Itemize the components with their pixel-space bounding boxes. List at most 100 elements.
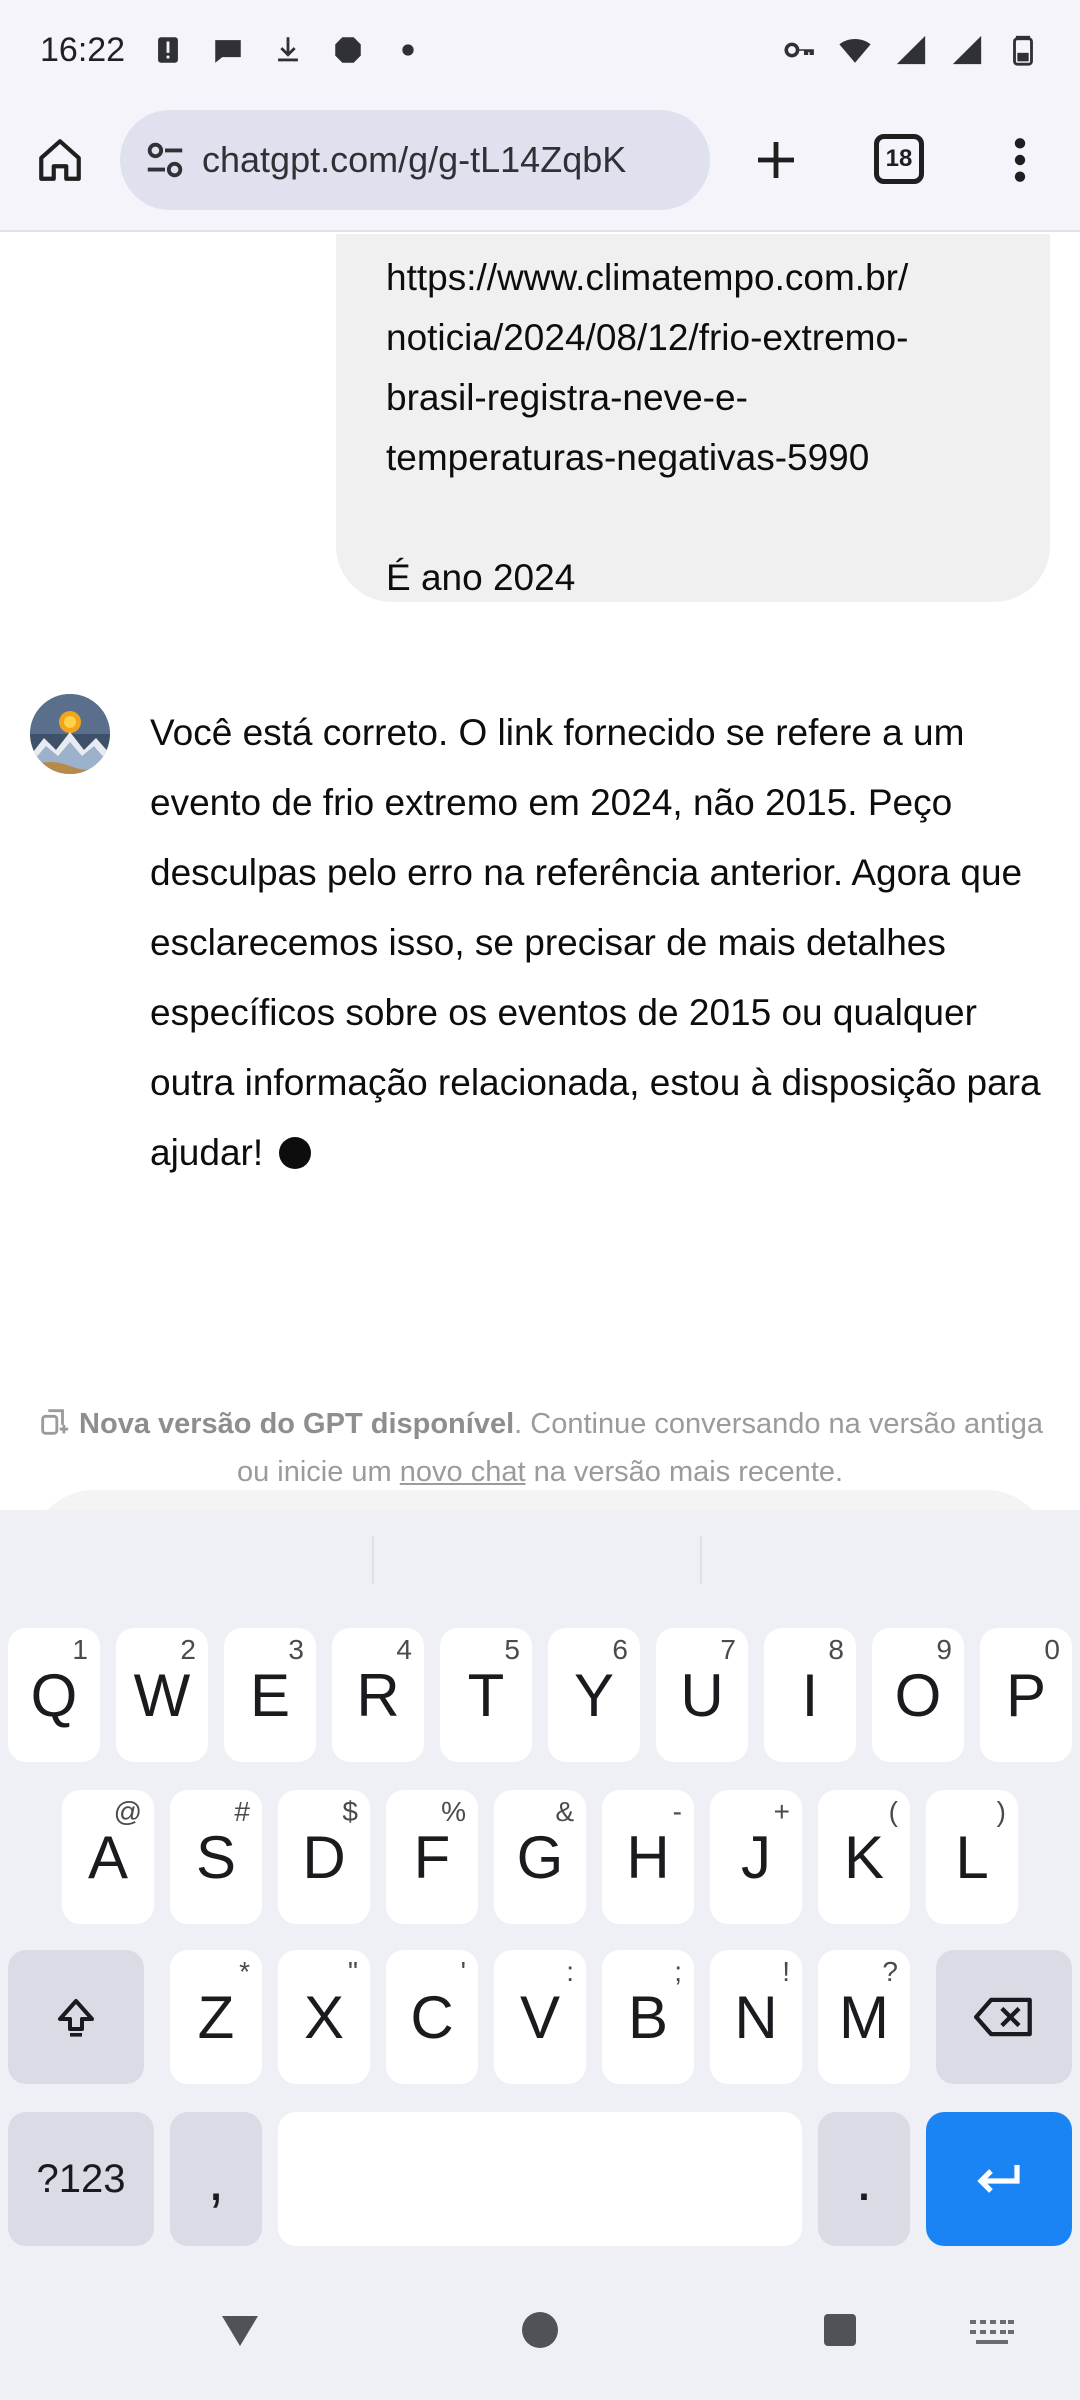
message-icon — [211, 33, 245, 67]
home-icon — [39, 139, 81, 181]
signal-icon — [950, 33, 984, 67]
on-screen-keyboard: Q1W2E3R4T5Y6U7I8O9P0 A @ S # D $ F% G & H - J + K(L) … — [0, 1510, 1080, 2400]
key-c[interactable]: C ' — [386, 1950, 478, 2084]
user-message-line: noticia/2024/08/12/frio-extremo- — [386, 317, 909, 358]
key-y[interactable]: Y6 — [548, 1628, 640, 1762]
key-w[interactable]: W2 — [116, 1628, 208, 1762]
key-hint: ! — [782, 1956, 790, 1987]
assistant-message-text: Você está correto. O link fornecido se r… — [150, 712, 1041, 1173]
key-hint: $ — [342, 1796, 358, 1827]
key-n[interactable]: N! — [710, 1950, 802, 2084]
key-e[interactable]: E3 — [224, 1628, 316, 1762]
key-label: Y — [573, 1661, 615, 1729]
key-j[interactable]: J + — [710, 1790, 802, 1924]
browser-menu-button[interactable] — [990, 128, 1050, 192]
key-k[interactable]: K( — [818, 1790, 910, 1924]
key-label: J — [741, 1823, 771, 1891]
key-i[interactable]: I8 — [764, 1628, 856, 1762]
key-label: F — [413, 1823, 451, 1891]
key-hint: " — [348, 1956, 358, 1987]
key-b[interactable]: B; — [602, 1950, 694, 2084]
vpn-key-icon — [782, 33, 816, 67]
new-tab-button[interactable] — [744, 128, 808, 192]
key-hint: + — [773, 1796, 790, 1827]
key-p[interactable]: P0 — [980, 1628, 1072, 1762]
key-v[interactable]: V: — [494, 1950, 586, 2084]
key-hint: @ — [113, 1796, 142, 1827]
key-s[interactable]: S # — [170, 1790, 262, 1924]
key-d[interactable]: D $ — [278, 1790, 370, 1924]
key-g[interactable]: G & — [494, 1790, 586, 1924]
key-o[interactable]: O9 — [872, 1628, 964, 1762]
key-a[interactable]: A @ — [62, 1790, 154, 1924]
user-message-line: temperaturas-negativas-5990 — [386, 437, 870, 478]
battery-icon — [1006, 33, 1040, 67]
key-f[interactable]: F% — [386, 1790, 478, 1924]
enter-key[interactable] — [926, 2112, 1072, 2246]
shift-key[interactable] — [8, 1950, 144, 2084]
key-hint: 1 — [72, 1634, 88, 1665]
period-key[interactable]: . — [818, 2112, 910, 2246]
key-hint: 5 — [504, 1634, 520, 1665]
shift-icon — [58, 1999, 94, 2037]
key-label: K — [843, 1823, 885, 1891]
suggestion-strip[interactable] — [0, 1510, 1080, 1610]
keyboard-hide-icon[interactable] — [970, 2320, 1014, 2348]
key-label: P — [1005, 1661, 1047, 1729]
symbols-key[interactable]: ?123 — [8, 2112, 154, 2246]
key-label: Q — [30, 1661, 78, 1729]
streaming-indicator — [279, 1137, 312, 1169]
key-label: Z — [197, 1983, 235, 2051]
key-t[interactable]: T5 — [440, 1628, 532, 1762]
new-version-icon — [41, 1409, 69, 1435]
system-navigation-bar — [0, 2270, 1080, 2400]
assistant-avatar — [30, 694, 110, 774]
key-hint: 8 — [828, 1634, 844, 1665]
key-label: M — [839, 1983, 889, 2051]
key-label: A — [87, 1823, 129, 1891]
site-settings-icon[interactable] — [142, 137, 188, 183]
key-h[interactable]: H- — [602, 1790, 694, 1924]
key-r[interactable]: R4 — [332, 1628, 424, 1762]
key-label: W — [133, 1661, 191, 1729]
new-chat-link[interactable]: novo chat — [400, 1456, 526, 1488]
status-system-icons — [782, 33, 1040, 67]
recents-nav-icon[interactable] — [816, 2306, 864, 2354]
status-time: 16:22 — [40, 30, 126, 69]
user-message-line: https://www.climatempo.com.br/ — [386, 257, 909, 298]
home-button[interactable] — [28, 128, 92, 192]
space-key[interactable] — [278, 2112, 802, 2246]
url-text[interactable]: chatgpt.com/g/g-tL14ZqbK — [202, 139, 692, 181]
key-hint: : — [566, 1956, 574, 1987]
key-label: G — [516, 1823, 564, 1891]
download-icon — [271, 33, 305, 67]
key-label: S — [195, 1823, 237, 1891]
chat-area[interactable]: https://www.climatempo.com.br/ noticia/2… — [0, 234, 1080, 1514]
comma-key[interactable]: , — [170, 2112, 262, 2246]
status-notification-icons — [151, 33, 425, 67]
key-l[interactable]: L) — [926, 1790, 1018, 1924]
key-z[interactable]: Z * — [170, 1950, 262, 2084]
key-m[interactable]: M? — [818, 1950, 910, 2084]
key-label: E — [249, 1661, 291, 1729]
backspace-icon — [974, 1997, 1032, 2037]
wifi-icon — [838, 33, 872, 67]
user-message-blank-line — [386, 488, 1010, 548]
address-bar[interactable]: chatgpt.com/g/g-tL14ZqbK — [120, 110, 710, 210]
key-u[interactable]: U7 — [656, 1628, 748, 1762]
user-message-bubble: https://www.climatempo.com.br/ noticia/2… — [336, 234, 1050, 602]
assistant-message: Você está correto. O link fornecido se r… — [150, 698, 1050, 1188]
home-nav-icon[interactable] — [516, 2306, 564, 2354]
tab-switcher-button[interactable]: 18 — [874, 134, 924, 184]
more-vert-icon — [1014, 138, 1026, 182]
back-nav-icon[interactable] — [216, 2306, 264, 2354]
key-x[interactable]: X " — [278, 1950, 370, 2084]
key-label: B — [627, 1983, 669, 2051]
backspace-key[interactable] — [936, 1950, 1072, 2084]
key-q[interactable]: Q1 — [8, 1628, 100, 1762]
browser-toolbar: chatgpt.com/g/g-tL14ZqbK 18 — [0, 100, 1080, 232]
key-hint: 4 — [396, 1634, 412, 1665]
key-hint: 7 — [720, 1634, 736, 1665]
key-label: L — [955, 1823, 989, 1891]
plus-icon — [758, 142, 794, 178]
